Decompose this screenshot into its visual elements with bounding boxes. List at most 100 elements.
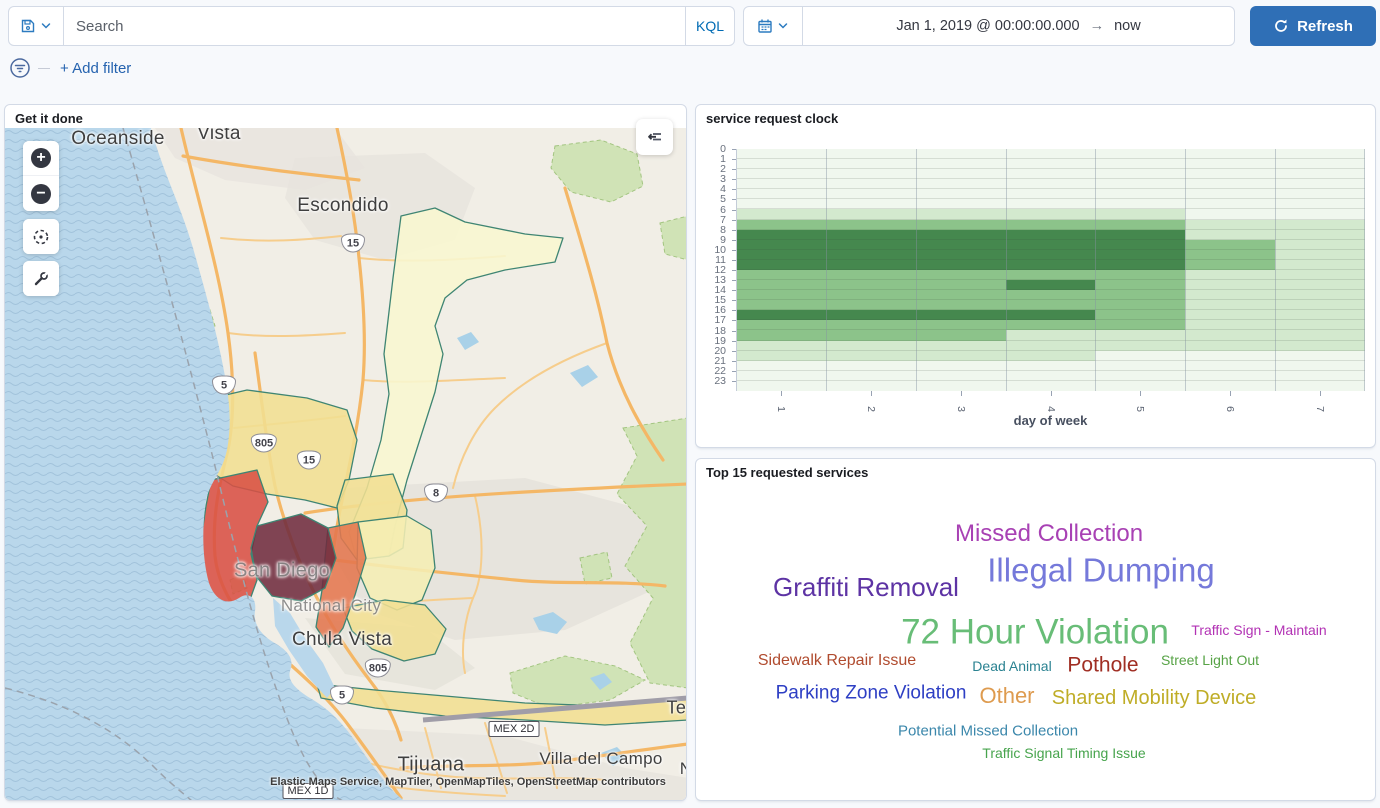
heatmap-cell[interactable] [1095, 310, 1185, 320]
heatmap-cell[interactable] [826, 189, 916, 199]
heatmap-cell[interactable] [736, 169, 826, 179]
heatmap-cell[interactable] [916, 159, 1006, 169]
heatmap-cell[interactable] [1275, 260, 1365, 270]
heatmap-cell[interactable] [916, 169, 1006, 179]
date-range-display[interactable]: Jan 1, 2019 @ 00:00:00.000 → now [803, 7, 1234, 45]
heatmap-cell[interactable] [1006, 199, 1096, 209]
heatmap-cell[interactable] [916, 280, 1006, 290]
heatmap-cell[interactable] [1006, 341, 1096, 351]
heatmap-cell[interactable] [1185, 240, 1275, 250]
heatmap-cell[interactable] [916, 310, 1006, 320]
heatmap-cell[interactable] [1095, 159, 1185, 169]
heatmap-cell[interactable] [1095, 220, 1185, 230]
tagcloud-word[interactable]: Parking Zone Violation [776, 684, 967, 703]
heatmap-cell[interactable] [1095, 320, 1185, 330]
heatmap-cell[interactable] [736, 179, 826, 189]
heatmap-cell[interactable] [1095, 199, 1185, 209]
heatmap-cell[interactable] [1185, 290, 1275, 300]
heatmap-cell[interactable] [826, 149, 916, 159]
map-canvas[interactable]: OceansideVistaEscondidoSan DiegoNational… [5, 128, 687, 801]
heatmap-cell[interactable] [916, 290, 1006, 300]
heatmap-cell[interactable] [916, 250, 1006, 260]
heatmap-cell[interactable] [1185, 280, 1275, 290]
heatmap-cell[interactable] [826, 209, 916, 219]
heatmap-cell[interactable] [1185, 179, 1275, 189]
heatmap-cell[interactable] [1006, 290, 1096, 300]
heatmap-cell[interactable] [826, 220, 916, 230]
heatmap-cell[interactable] [736, 270, 826, 280]
tagcloud-word[interactable]: 72 Hour Violation [901, 615, 1169, 650]
heatmap-cell[interactable] [1185, 250, 1275, 260]
tagcloud-word[interactable]: Shared Mobility Device [1052, 688, 1257, 708]
heatmap-cell[interactable] [916, 300, 1006, 310]
heatmap-cell[interactable] [736, 280, 826, 290]
search-input[interactable] [64, 7, 685, 45]
tagcloud-word[interactable]: Graffiti Removal [773, 574, 959, 600]
heatmap-cell[interactable] [736, 310, 826, 320]
heatmap-cell[interactable] [1275, 280, 1365, 290]
heatmap-cell[interactable] [1006, 149, 1096, 159]
heatmap-cell[interactable] [1185, 341, 1275, 351]
heatmap-cell[interactable] [826, 361, 916, 371]
heatmap-cell[interactable] [826, 320, 916, 330]
heatmap-cell[interactable] [736, 199, 826, 209]
heatmap-cell[interactable] [826, 179, 916, 189]
heatmap-cell[interactable] [1006, 169, 1096, 179]
heatmap-cell[interactable] [736, 300, 826, 310]
heatmap-cell[interactable] [1185, 199, 1275, 209]
heatmap-cell[interactable] [1095, 169, 1185, 179]
heatmap-cell[interactable] [1275, 189, 1365, 199]
tagcloud-word[interactable]: Missed Collection [955, 522, 1143, 546]
heatmap-cell[interactable] [1275, 199, 1365, 209]
heatmap-cell[interactable] [1185, 220, 1275, 230]
heatmap-cell[interactable] [916, 179, 1006, 189]
heatmap-cell[interactable] [1185, 381, 1275, 391]
heatmap-cell[interactable] [1006, 270, 1096, 280]
heatmap-cell[interactable] [1185, 300, 1275, 310]
tagcloud-word[interactable]: Pothole [1067, 655, 1138, 676]
heatmap-cell[interactable] [1275, 290, 1365, 300]
heatmap-cell[interactable] [916, 320, 1006, 330]
date-range-start[interactable]: Jan 1, 2019 @ 00:00:00.000 [896, 18, 1079, 34]
heatmap-cell[interactable] [1095, 351, 1185, 361]
heatmap-cell[interactable] [1095, 149, 1185, 159]
heatmap-cell[interactable] [1006, 189, 1096, 199]
heatmap-cell[interactable] [916, 189, 1006, 199]
heatmap-cell[interactable] [1095, 381, 1185, 391]
heatmap-cell[interactable] [826, 199, 916, 209]
heatmap-cell[interactable] [1006, 280, 1096, 290]
heatmap-cell[interactable] [1275, 159, 1365, 169]
filter-icon[interactable] [8, 56, 32, 80]
heatmap-cell[interactable] [1006, 351, 1096, 361]
refresh-button[interactable]: Refresh [1250, 6, 1376, 46]
heatmap-cell[interactable] [1095, 341, 1185, 351]
heatmap-cell[interactable] [1095, 270, 1185, 280]
heatmap-cell[interactable] [1275, 371, 1365, 381]
heatmap-cell[interactable] [1006, 230, 1096, 240]
heatmap-cell[interactable] [1095, 260, 1185, 270]
heatmap-cell[interactable] [1185, 310, 1275, 320]
heatmap-cell[interactable] [1275, 330, 1365, 340]
heatmap-cell[interactable] [736, 260, 826, 270]
heatmap-cell[interactable] [826, 300, 916, 310]
heatmap-cell[interactable] [736, 371, 826, 381]
heatmap-cell[interactable] [916, 260, 1006, 270]
heatmap-cell[interactable] [826, 270, 916, 280]
heatmap-cell[interactable] [1095, 209, 1185, 219]
legend-toggle-button[interactable] [636, 119, 673, 155]
heatmap-cell[interactable] [826, 169, 916, 179]
heatmap-cell[interactable] [826, 159, 916, 169]
heatmap-cell[interactable] [1006, 330, 1096, 340]
heatmap-cell[interactable] [826, 330, 916, 340]
heatmap-cell[interactable] [1275, 310, 1365, 320]
heatmap-cell[interactable] [1275, 320, 1365, 330]
heatmap-cell[interactable] [736, 250, 826, 260]
heatmap-cell[interactable] [1095, 300, 1185, 310]
add-filter-button[interactable]: + Add filter [60, 60, 131, 77]
heatmap-cell[interactable] [1275, 209, 1365, 219]
heatmap-cell[interactable] [1006, 361, 1096, 371]
heatmap-cell[interactable] [916, 270, 1006, 280]
heatmap-cell[interactable] [826, 371, 916, 381]
heatmap-cell[interactable] [916, 240, 1006, 250]
heatmap-cell[interactable] [1006, 159, 1096, 169]
